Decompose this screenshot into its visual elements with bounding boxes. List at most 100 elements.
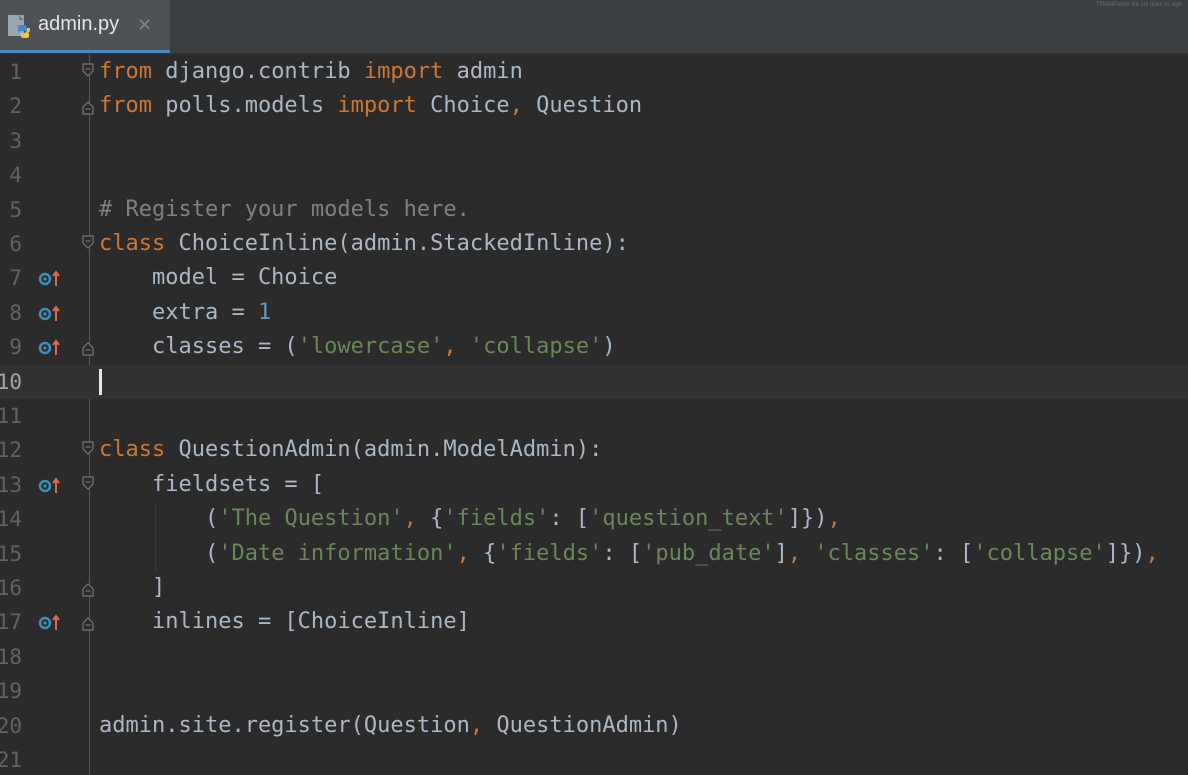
code-token: ] xyxy=(99,575,166,600)
code-token: inlines = [ChoiceInline] xyxy=(99,609,470,635)
editor-tab-bar: admin.py × TRAMPoline file set lines to … xyxy=(0,0,1188,54)
indent-guide xyxy=(155,502,156,571)
code-line[interactable]: 2 from polls.models import Choice, Questi… xyxy=(0,89,1188,123)
line-number: 7 xyxy=(9,266,22,291)
code-token: : [ xyxy=(933,540,974,566)
code-line[interactable]: 3 xyxy=(0,124,1188,158)
code-token: 'pub_date' xyxy=(642,540,775,566)
code-line[interactable]: 1 from django.contrib import admin xyxy=(0,55,1188,89)
code-token: , xyxy=(827,506,841,532)
code-token: model = Choice xyxy=(99,265,338,291)
code-token: 'question_text' xyxy=(589,506,788,532)
fold-close-icon[interactable] xyxy=(82,342,94,356)
override-method-icon[interactable] xyxy=(38,476,62,496)
code-token: 1 xyxy=(257,299,272,325)
line-number: 11 xyxy=(0,404,22,428)
code-line[interactable]: 7 model = Choice xyxy=(0,261,1188,295)
code-token: 'Date information' xyxy=(218,540,457,566)
line-number: 18 xyxy=(0,644,22,669)
code-token: : [ xyxy=(549,506,590,532)
code-text: class QuestionAdmin(admin.ModelAdmin): xyxy=(99,433,602,467)
code-token: 'collapse' xyxy=(973,540,1106,566)
code-token: { xyxy=(469,540,497,566)
code-text: inlines = [ChoiceInline] xyxy=(99,605,470,639)
override-method-icon[interactable] xyxy=(38,338,62,358)
code-token: fieldsets = [ xyxy=(99,471,325,497)
code-token: , xyxy=(1145,540,1159,566)
code-token: , xyxy=(456,540,470,566)
code-token: django.contrib xyxy=(151,59,364,84)
code-text: admin.site.register(Question, QuestionAd… xyxy=(99,709,682,743)
code-line[interactable]: 16 ] xyxy=(0,571,1188,605)
code-token: polls.models xyxy=(151,93,338,119)
code-token: from xyxy=(99,59,152,84)
code-line[interactable]: 17 inlines = [ChoiceInline] xyxy=(0,605,1188,639)
code-token: 'classes' xyxy=(814,540,934,566)
code-line[interactable]: 18 xyxy=(0,640,1188,674)
tab-admin-py[interactable]: admin.py × xyxy=(0,0,170,53)
code-token: ) xyxy=(602,334,616,360)
code-editor[interactable]: 1 from django.contrib import admin 2 from p… xyxy=(0,54,1188,775)
override-method-icon[interactable] xyxy=(38,613,62,633)
code-token: admin xyxy=(443,59,523,84)
code-token: , xyxy=(443,334,457,360)
line-number: 3 xyxy=(9,128,22,153)
top-right-hint: TRAMPoline file set lines to sign xyxy=(1095,2,1182,8)
fold-open-icon[interactable] xyxy=(82,441,94,456)
line-number: 13 xyxy=(0,472,22,497)
code-token: QuestionAdmin(admin.ModelAdmin): xyxy=(165,437,603,463)
fold-close-icon[interactable] xyxy=(82,101,94,115)
override-method-icon[interactable] xyxy=(38,269,62,289)
code-token: QuestionAdmin) xyxy=(483,712,682,738)
code-line[interactable]: 11 xyxy=(0,399,1188,433)
code-text: ('The Question', {'fields': ['question_t… xyxy=(99,502,841,536)
fold-close-icon[interactable] xyxy=(82,583,94,597)
tab-filename: admin.py xyxy=(38,13,120,35)
code-line[interactable]: 5 # Register your models here. xyxy=(0,193,1188,227)
code-token: class xyxy=(99,231,166,256)
code-token: 'fields' xyxy=(443,506,550,532)
code-token: from xyxy=(99,93,152,119)
code-token: import xyxy=(337,93,417,119)
ide-window: admin.py × TRAMPoline file set lines to … xyxy=(0,0,1188,775)
code-line[interactable]: 4 xyxy=(0,158,1188,192)
override-method-icon[interactable] xyxy=(38,304,62,324)
code-token: , xyxy=(787,540,802,566)
text-cursor xyxy=(99,368,102,395)
code-line[interactable]: 15 ('Date information', {'fields': ['pub… xyxy=(0,537,1188,571)
line-number: 6 xyxy=(9,232,22,256)
code-line[interactable]: 14 ('The Question', {'fields': ['questio… xyxy=(0,502,1188,536)
code-token: 'collapse' xyxy=(469,334,603,360)
line-number: 20 xyxy=(0,713,22,738)
fold-close-icon[interactable] xyxy=(82,617,94,631)
fold-open-icon[interactable] xyxy=(82,235,94,249)
code-line[interactable]: 10 xyxy=(0,364,1188,399)
code-text: # Register your models here. xyxy=(99,193,470,227)
code-token: ChoiceInline(admin.StackedInline): xyxy=(165,231,629,256)
code-token: admin.site.register(Question xyxy=(99,712,470,738)
code-line[interactable]: 13 fieldsets = [ xyxy=(0,468,1188,502)
close-icon[interactable]: × xyxy=(137,14,152,35)
code-line[interactable]: 9 classes = ('lowercase', 'collapse') xyxy=(0,330,1188,364)
code-line[interactable]: 12 class QuestionAdmin(admin.ModelAdmin): xyxy=(0,433,1188,467)
fold-open-icon[interactable] xyxy=(82,63,94,77)
line-number: 21 xyxy=(0,748,22,772)
code-token: 'The Question' xyxy=(218,506,404,532)
code-line[interactable]: 21 xyxy=(0,743,1188,775)
line-number: 17 xyxy=(0,610,22,635)
line-number: 1 xyxy=(9,60,22,84)
code-line[interactable]: 20 admin.site.register(Question, Question… xyxy=(0,709,1188,743)
code-token: Choice xyxy=(416,93,510,119)
code-text: classes = ('lowercase', 'collapse') xyxy=(99,330,616,364)
line-number: 9 xyxy=(9,335,22,360)
line-number: 15 xyxy=(0,541,22,566)
code-line[interactable]: 8 extra = 1 xyxy=(0,296,1188,330)
code-line[interactable]: 6 class ChoiceInline(admin.StackedInline)… xyxy=(0,227,1188,261)
code-line[interactable]: 19 xyxy=(0,674,1188,708)
code-text: ] xyxy=(99,571,165,605)
code-text: fieldsets = [ xyxy=(99,468,324,502)
fold-open-icon[interactable] xyxy=(82,476,94,490)
code-text: from django.contrib import admin xyxy=(99,55,523,89)
